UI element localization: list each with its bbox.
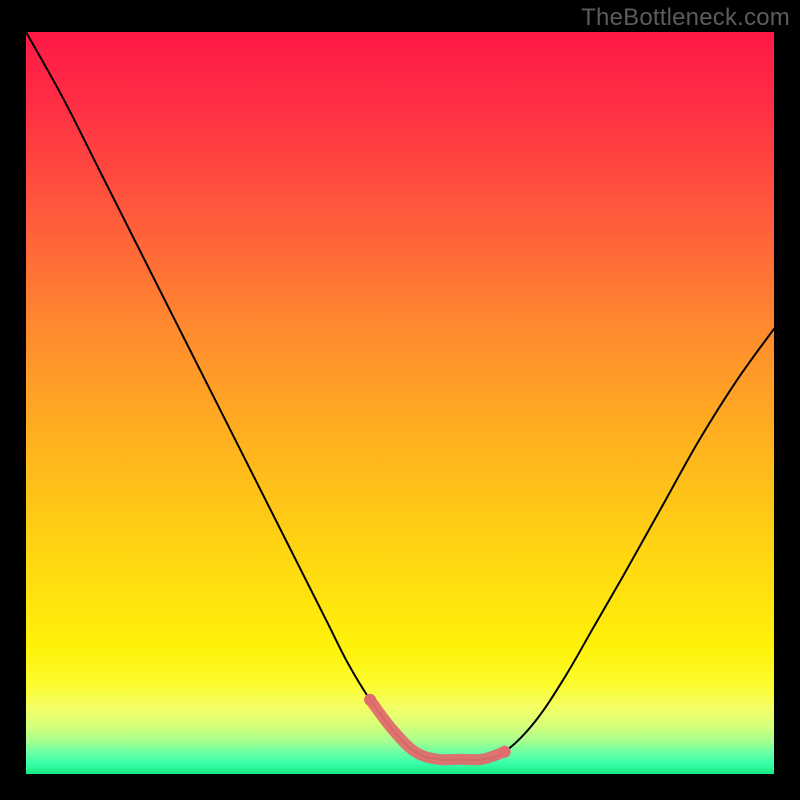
bottleneck-curve: [26, 32, 774, 760]
curve-svg: [26, 32, 774, 774]
highlight-end-dot: [499, 746, 511, 758]
highlight-segment: [370, 700, 505, 760]
chart-frame: TheBottleneck.com: [0, 0, 800, 800]
watermark-text: TheBottleneck.com: [581, 4, 790, 32]
highlight-start-dot: [364, 694, 376, 706]
plot-area: [26, 32, 774, 774]
